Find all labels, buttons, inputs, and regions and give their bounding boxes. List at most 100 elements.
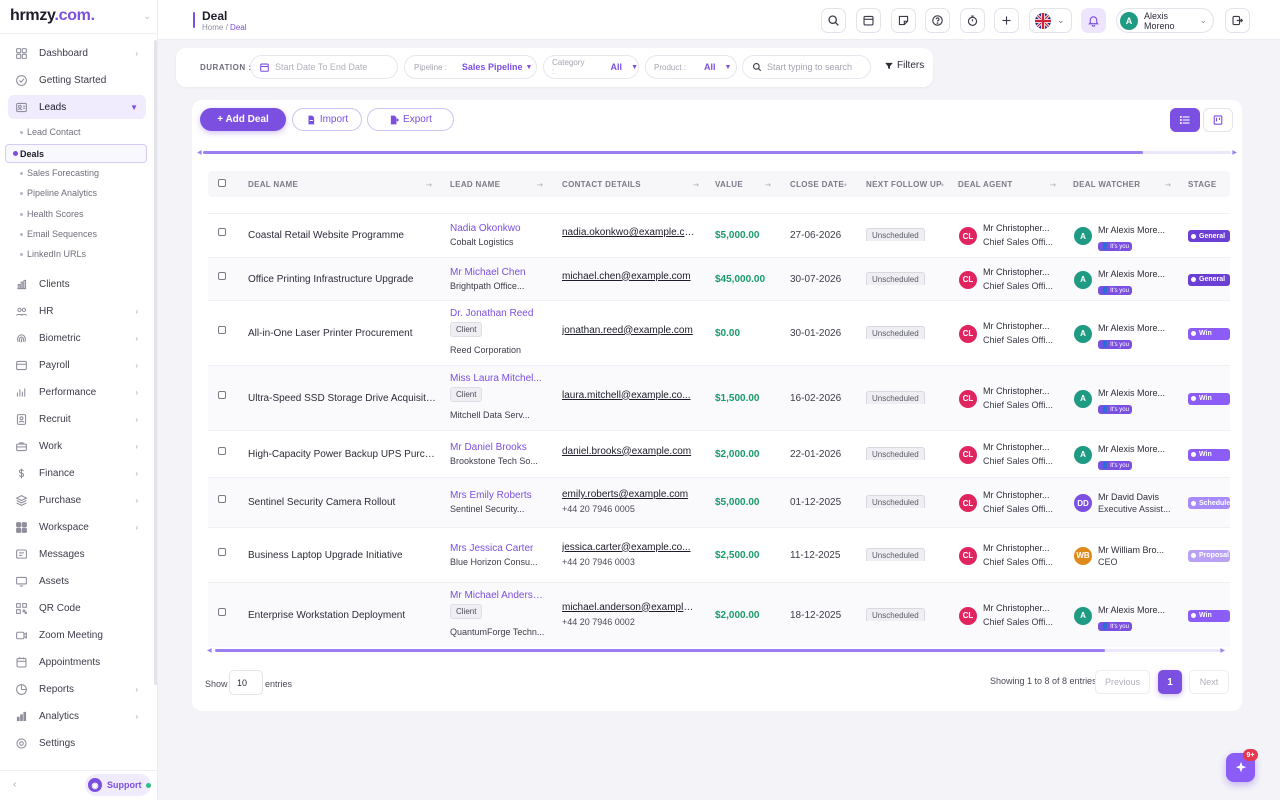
sidebar-item-recruit[interactable]: Recruit ›: [8, 407, 146, 431]
sidebar-item-biometric[interactable]: Biometric ›: [8, 326, 146, 350]
kanban-view-button[interactable]: [1203, 108, 1233, 132]
contact-email-link[interactable]: laura.mitchell@example.co...: [562, 390, 697, 401]
filters-button[interactable]: Filters: [884, 60, 924, 71]
lead-name-link[interactable]: Mr Daniel Brooks: [450, 442, 545, 453]
sidebar-item-getting-started[interactable]: Getting Started: [8, 68, 146, 92]
column-header-close-date[interactable]: CLOSE DATE: [790, 180, 844, 189]
sidebar-item-settings[interactable]: Settings: [8, 731, 146, 755]
sidebar-item-messages[interactable]: Messages: [8, 542, 146, 566]
brand-logo[interactable]: hrmzy.com.: [10, 7, 95, 25]
scroll-thumb[interactable]: [203, 151, 1143, 154]
lead-name-link[interactable]: Mrs Emily Roberts: [450, 490, 545, 501]
contact-email-link[interactable]: jonathan.reed@example.com: [562, 325, 697, 336]
contact-email-link[interactable]: daniel.brooks@example.com: [562, 446, 697, 457]
stage-badge[interactable]: Win: [1188, 609, 1230, 622]
column-header-deal-agent[interactable]: DEAL AGENT: [958, 180, 1013, 189]
breadcrumb-home[interactable]: Home: [202, 23, 223, 32]
sidebar-item-qr-code[interactable]: QR Code: [8, 596, 146, 620]
row-checkbox[interactable]: [218, 547, 226, 556]
sidebar-subitem-sales-forecasting[interactable]: Sales Forecasting: [20, 164, 99, 182]
contact-email-link[interactable]: jessica.carter@example.co...: [562, 542, 697, 553]
previous-page-button[interactable]: Previous: [1095, 670, 1150, 694]
lead-name-link[interactable]: Dr. Jonathan Reed: [450, 308, 545, 319]
row-checkbox[interactable]: [218, 446, 226, 455]
sidebar-item-workspace[interactable]: Workspace ›: [8, 515, 146, 539]
table-row[interactable]: Sentinel Security Camera Rollout Mrs Emi…: [208, 477, 1230, 527]
header-calendar-button[interactable]: [856, 8, 881, 33]
sidebar-item-analytics[interactable]: Analytics ›: [8, 704, 146, 728]
page-size-input[interactable]: [229, 670, 263, 695]
sidebar-item-assets[interactable]: Assets: [8, 569, 146, 593]
contact-email-link[interactable]: emily.roberts@example.com: [562, 489, 697, 500]
table-bottom-scrollbar[interactable]: ◀ ▶: [197, 647, 1237, 654]
deal-name[interactable]: Coastal Retail Website Programme: [248, 230, 438, 241]
header-add-button[interactable]: [994, 8, 1019, 33]
table-top-scrollbar[interactable]: ◀ ▶: [197, 149, 1237, 156]
category-select[interactable]: Category : All ▼: [543, 55, 639, 79]
deal-name[interactable]: Enterprise Workstation Deployment: [248, 610, 438, 621]
follow-up-badge[interactable]: Unscheduled: [866, 494, 925, 508]
deal-name[interactable]: Business Laptop Upgrade Initiative: [248, 550, 438, 561]
follow-up-badge[interactable]: Unscheduled: [866, 446, 925, 460]
column-header-lead-name[interactable]: LEAD NAME: [450, 180, 500, 189]
row-checkbox[interactable]: [218, 228, 226, 236]
language-selector[interactable]: ⌄: [1029, 8, 1072, 33]
logout-button[interactable]: [1225, 8, 1250, 33]
stage-badge[interactable]: Scheduled: [1188, 497, 1230, 509]
stage-badge[interactable]: Proposal: [1188, 549, 1230, 562]
sidebar-item-leads[interactable]: Leads ▼: [8, 95, 146, 119]
header-search-button[interactable]: [821, 8, 846, 33]
row-checkbox[interactable]: [218, 390, 226, 399]
lead-name-link[interactable]: Mr Michael Chen: [450, 267, 545, 278]
lead-name-link[interactable]: Mrs Jessica Carter: [450, 543, 545, 554]
lead-name-link[interactable]: Nadia Okonkwo: [450, 223, 545, 234]
deal-name[interactable]: High-Capacity Power Backup UPS Purchase: [248, 449, 438, 460]
column-header-contact-details[interactable]: CONTACT DETAILS: [562, 180, 641, 189]
notifications-button[interactable]: [1081, 8, 1106, 33]
column-header-value[interactable]: VALUE: [715, 180, 743, 189]
sidebar-subitem-email-sequences[interactable]: Email Sequences: [20, 225, 97, 243]
table-row[interactable]: High-Capacity Power Backup UPS Purchase …: [208, 430, 1230, 477]
export-button[interactable]: Export: [367, 108, 454, 131]
sidebar-subitem-linkedin-urls[interactable]: LinkedIn URLs: [20, 245, 86, 263]
sidebar-item-purchase[interactable]: Purchase ›: [8, 488, 146, 512]
sidebar-item-appointments[interactable]: Appointments: [8, 650, 146, 674]
sidebar-subitem-lead-contact[interactable]: Lead Contact: [20, 123, 81, 141]
deal-name[interactable]: All-in-One Laser Printer Procurement: [248, 328, 438, 339]
sort-button[interactable]: ⇢: [938, 180, 944, 189]
follow-up-badge[interactable]: Unscheduled: [866, 547, 925, 561]
deal-name[interactable]: Office Printing Infrastructure Upgrade: [248, 274, 438, 285]
stage-badge[interactable]: Win: [1188, 327, 1230, 340]
table-row[interactable]: Coastal Retail Website Programme Nadia O…: [208, 213, 1230, 257]
follow-up-badge[interactable]: Unscheduled: [866, 271, 925, 285]
sort-button[interactable]: ⇢: [765, 180, 771, 189]
list-view-button[interactable]: [1170, 108, 1200, 132]
sort-button[interactable]: ⇢: [426, 180, 432, 189]
add-deal-button[interactable]: + Add Deal: [200, 108, 286, 131]
header-help-button[interactable]: [925, 8, 950, 33]
header-notes-button[interactable]: [891, 8, 916, 33]
header-timer-button[interactable]: [960, 8, 985, 33]
sidebar-item-dashboard[interactable]: Dashboard ›: [8, 41, 146, 65]
product-select[interactable]: Product : All ▼: [645, 55, 737, 79]
table-row[interactable]: Ultra-Speed SSD Storage Drive Acquisitio…: [208, 365, 1230, 430]
import-button[interactable]: Import: [292, 108, 362, 131]
deal-name[interactable]: Ultra-Speed SSD Storage Drive Acquisitio…: [248, 393, 438, 404]
select-all-checkbox[interactable]: [218, 179, 226, 187]
sort-button[interactable]: ⇢: [537, 180, 543, 189]
column-header-stage[interactable]: STAGE: [1188, 180, 1216, 189]
support-button[interactable]: ◉ Support: [85, 774, 151, 796]
sidebar-subitem-deals[interactable]: Deals: [5, 144, 147, 163]
deal-name[interactable]: Sentinel Security Camera Rollout: [248, 497, 438, 508]
search-input[interactable]: Start typing to search: [742, 55, 871, 79]
sort-button[interactable]: ⇢: [1050, 180, 1056, 189]
sidebar-item-zoom-meeting[interactable]: Zoom Meeting: [8, 623, 146, 647]
contact-email-link[interactable]: michael.anderson@example....: [562, 602, 697, 613]
next-page-button[interactable]: Next: [1189, 670, 1229, 694]
user-menu[interactable]: A Alexis Moreno ⌄: [1116, 8, 1214, 33]
stage-badge[interactable]: Win: [1188, 448, 1230, 461]
row-checkbox[interactable]: [218, 495, 226, 503]
page-1-button[interactable]: 1: [1158, 670, 1182, 694]
stage-badge[interactable]: General: [1188, 273, 1230, 286]
table-row[interactable]: Enterprise Workstation Deployment Mr Mic…: [208, 582, 1230, 647]
